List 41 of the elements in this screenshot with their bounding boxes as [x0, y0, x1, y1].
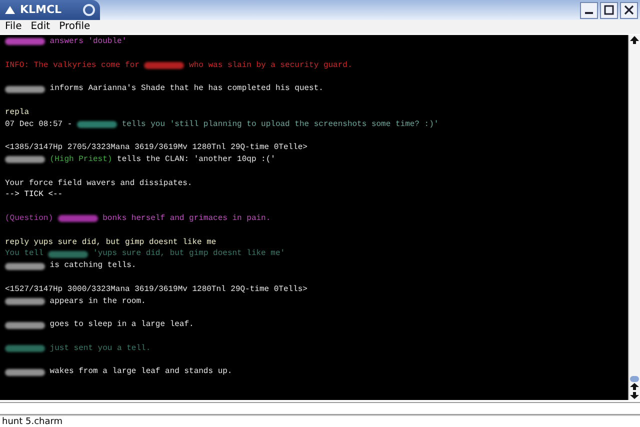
output-text: wakes from a large leaf and stands up.	[48, 366, 232, 378]
command-input[interactable]	[0, 402, 640, 415]
output-text: (Question)	[5, 212, 54, 225]
scroll-thumb[interactable]	[630, 376, 639, 382]
output-text: repla	[5, 106, 30, 119]
output-text: answers 'double'	[48, 36, 127, 48]
output-text: <1385/3147Hp 2705/3323Mana 3619/3619Mv 1280Tnl 29Q-time 0Telle>	[5, 142, 308, 154]
close-button[interactable]	[620, 2, 638, 18]
output-text: 07 Dec 08:57 -	[5, 118, 74, 130]
scrollbar[interactable]	[628, 35, 640, 400]
menu-item[interactable]: Profile	[59, 21, 90, 33]
scroll-up-icon[interactable]	[629, 35, 640, 45]
scroll-up-icon[interactable]	[629, 382, 640, 391]
maximize-icon	[604, 5, 614, 15]
output-text: informs Aarianna's Shade that he has completed his quest.	[48, 83, 324, 95]
minimize-icon	[585, 12, 593, 14]
output-text: is catching tells.	[48, 260, 136, 272]
scroll-down-icon[interactable]	[629, 391, 640, 400]
output-text: 'yups sure did, but gimp doesnt like me'	[92, 248, 286, 260]
output-text: reply yups sure did, but gimp doesnt like me	[5, 236, 216, 248]
output-text: tells the CLAN: 'another 10qp :('	[116, 154, 276, 166]
output-text: just sent you a tell.	[48, 342, 151, 355]
output-text: goes to sleep in a large leaf.	[48, 319, 194, 331]
output-text: Your force field wavers and dissipates.	[5, 178, 192, 190]
output-text: bonks herself and grimaces in pain.	[102, 212, 271, 225]
menu-item[interactable]: File	[5, 21, 22, 33]
output-text: INFO: The valkyries come for	[5, 60, 140, 72]
minimize-button[interactable]	[580, 2, 598, 18]
maximize-button[interactable]	[600, 2, 618, 18]
output-text: tells you 'still planning to upload the screenshots some time? :)'	[120, 118, 439, 130]
close-icon	[624, 5, 634, 15]
output-text: <1527/3147Hp 3000/3323Mana 3619/3619Mv 1280Tnl 29Q-time 0Tells>	[5, 284, 308, 296]
output-text: appears in the room.	[48, 296, 146, 308]
output-text: You tell	[5, 248, 44, 260]
output-text: who was slain by a security guard.	[188, 60, 352, 72]
menu-item[interactable]: Edit	[30, 21, 50, 33]
status-bar: hunt 5.charm	[0, 415, 640, 427]
window-title: KLMCL	[20, 2, 63, 18]
output-text: (High Priest)	[48, 154, 112, 166]
output-text: --> TICK <--	[5, 189, 63, 202]
app-icon	[4, 5, 16, 15]
